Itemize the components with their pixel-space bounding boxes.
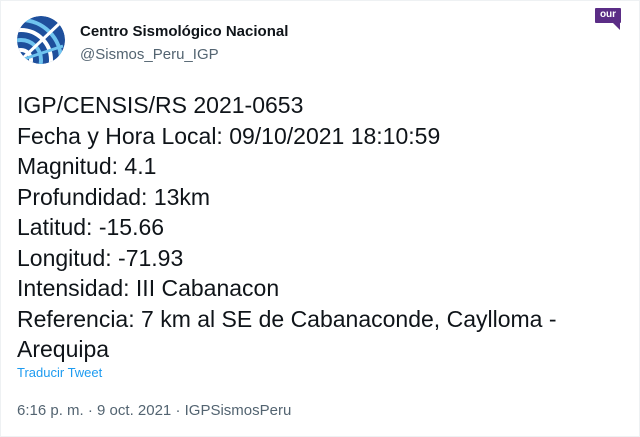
account-handle[interactable]: @Sismos_Peru_IGP bbox=[80, 46, 288, 64]
tweet-line: Arequipa bbox=[17, 336, 110, 362]
tweet-header: Centro Sismológico Nacional @Sismos_Peru… bbox=[17, 8, 625, 66]
avatar[interactable] bbox=[17, 16, 65, 64]
tweet-line: Fecha y Hora Local: 09/10/2021 18:10:59 bbox=[17, 122, 441, 149]
tweet-text: IGP/CENSIS/RS 2021-0653 Fecha y Hora Loc… bbox=[17, 90, 617, 365]
tweet-line: Intensidad: III Cabanacon bbox=[17, 275, 280, 301]
tweet-line: Referencia: 7 km al SE de Cabanaconde, C… bbox=[17, 305, 557, 332]
our-badge[interactable]: our bbox=[595, 8, 621, 38]
badge-label: our bbox=[595, 8, 621, 23]
radar-globe-icon bbox=[17, 16, 65, 64]
tweet-line: Longitud: -71.93 bbox=[17, 244, 184, 271]
account-names: Centro Sismológico Nacional @Sismos_Peru… bbox=[80, 23, 288, 64]
badge-tail bbox=[613, 23, 620, 30]
tweet-line: Magnitud: 4.1 bbox=[17, 153, 157, 179]
meta-separator: · bbox=[87, 402, 93, 419]
meta-separator: · bbox=[175, 402, 181, 419]
tweet-meta: 6:16 p. m. · 9 oct. 2021 · IGPSismosPeru bbox=[17, 402, 291, 419]
tweet-date[interactable]: 9 oct. 2021 bbox=[97, 402, 171, 419]
tweet-line: Latitud: -15.66 bbox=[17, 214, 165, 240]
tweet-card: Centro Sismológico Nacional @Sismos_Peru… bbox=[0, 0, 640, 437]
tweet-source[interactable]: IGPSismosPeru bbox=[185, 402, 292, 419]
tweet-time[interactable]: 6:16 p. m. bbox=[17, 402, 84, 419]
translate-tweet-link[interactable]: Traducir Tweet bbox=[17, 365, 102, 380]
tweet-line: IGP/CENSIS/RS 2021-0653 bbox=[17, 92, 304, 118]
tweet-line: Profundidad: 13km bbox=[17, 183, 211, 210]
display-name[interactable]: Centro Sismológico Nacional bbox=[80, 23, 288, 41]
